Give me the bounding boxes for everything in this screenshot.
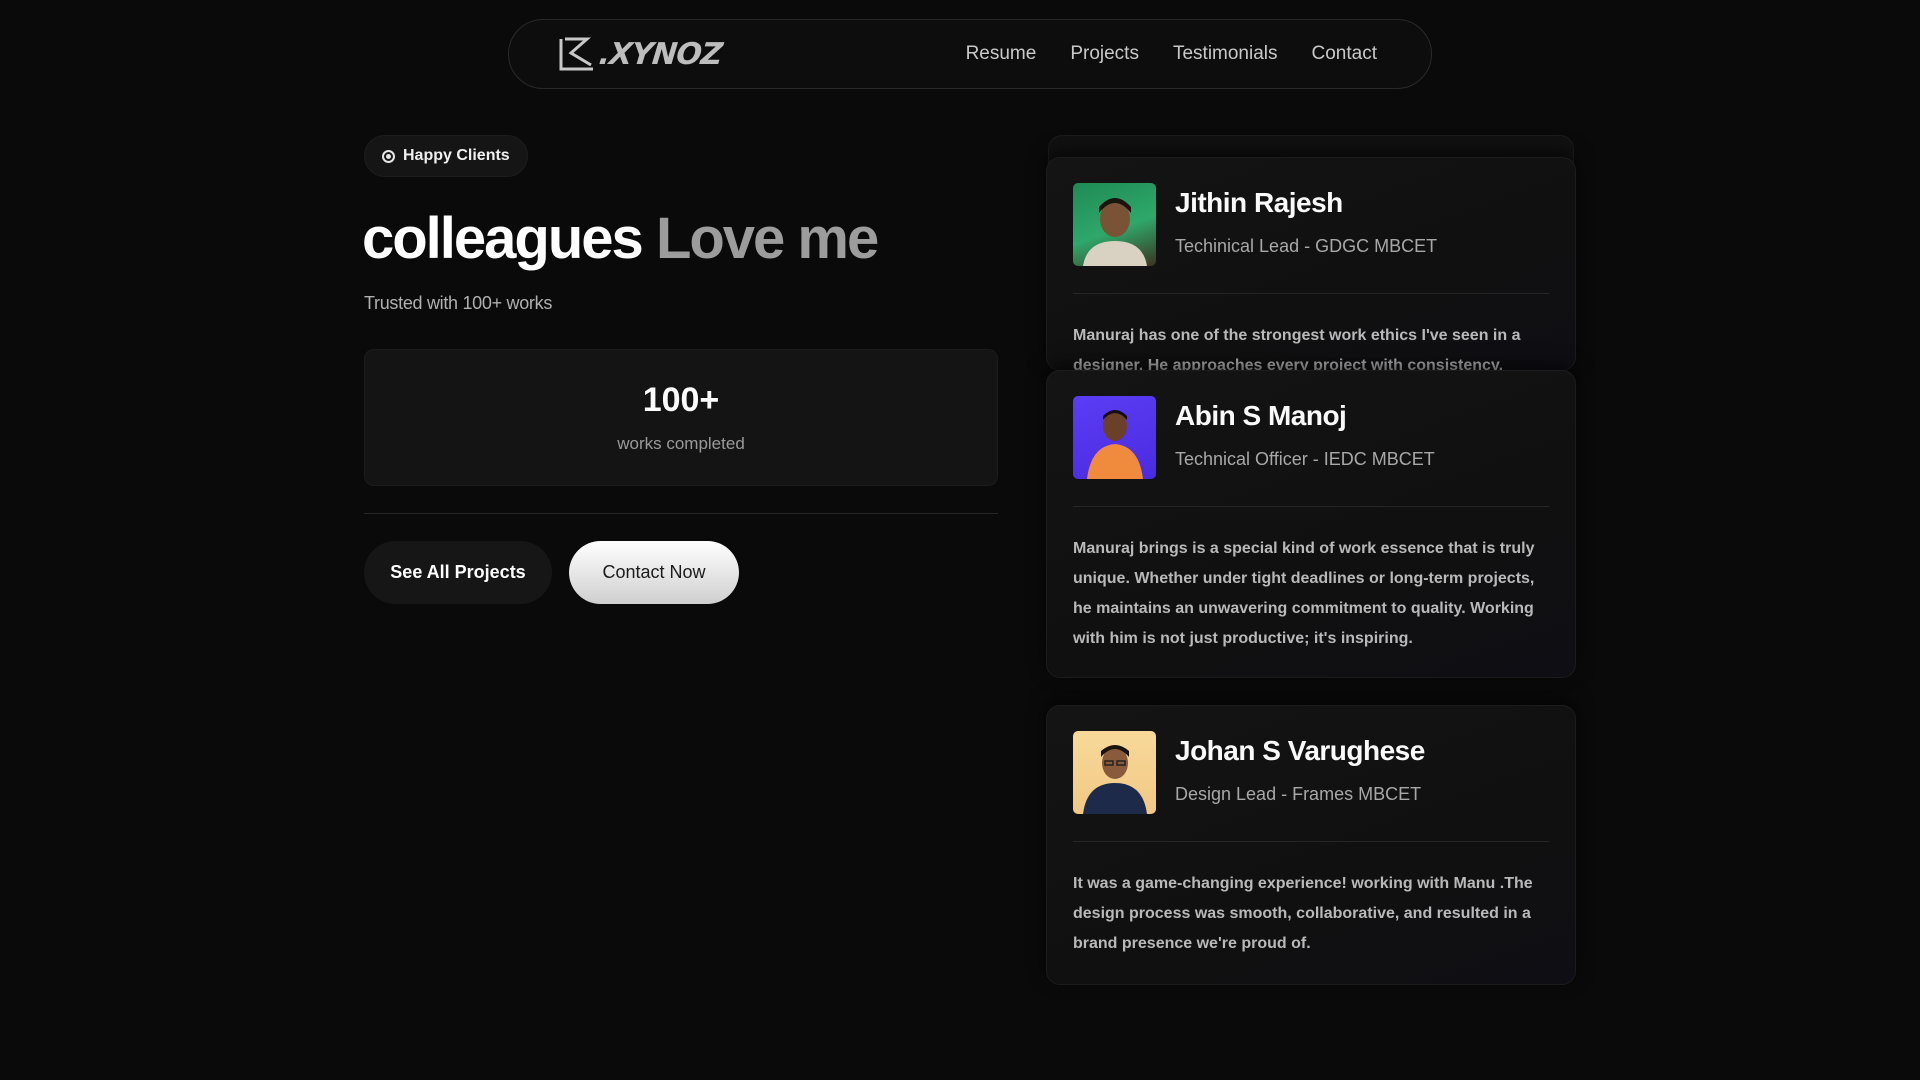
nav-links: Resume Projects Testimonials Contact — [966, 43, 1377, 65]
person-icon — [1083, 745, 1147, 814]
avatar — [1073, 731, 1156, 814]
top-navbar: .XYNOZ Resume Projects Testimonials Cont… — [508, 19, 1432, 89]
contact-now-button[interactable]: Contact Now — [569, 541, 739, 604]
nav-link-testimonials[interactable]: Testimonials — [1173, 43, 1278, 65]
avatar — [1073, 183, 1156, 266]
person-name: Jithin Rajesh — [1175, 187, 1343, 218]
card-divider — [1073, 506, 1549, 507]
nav-link-projects[interactable]: Projects — [1070, 43, 1139, 65]
radio-dot-icon — [382, 149, 395, 163]
person-role: Techinical Lead - GDGC MBCET — [1175, 236, 1438, 256]
logo-mark-icon — [559, 37, 593, 71]
testimonial-header: Jithin Rajesh Techinical Lead - GDGC MBC… — [1073, 183, 1549, 266]
section-headline: colleagues Love me — [362, 204, 879, 274]
testimonial-quote: Manuraj brings is a special kind of work… — [1073, 540, 1535, 647]
stat-value: 100+ — [642, 381, 720, 419]
testimonial-card: Abin S Manoj Technical Officer - IEDC MB… — [1046, 370, 1576, 678]
logo-text: .XYNOZ — [597, 36, 724, 72]
person-name: Abin S Manoj — [1175, 400, 1347, 431]
person-role: Technical Officer - IEDC MBCET — [1175, 449, 1435, 469]
badge-label: Happy Clients — [403, 147, 510, 164]
person-info: Jithin Rajesh Techinical Lead - GDGC MBC… — [1175, 183, 1437, 257]
headline-soft: Love me — [655, 206, 879, 271]
works-stat-box: 100+ works completed — [364, 349, 998, 486]
headline-strong: colleagues — [362, 206, 644, 271]
section-subtext: Trusted with 100+ works — [364, 293, 553, 313]
divider — [364, 513, 998, 514]
page: .XYNOZ Resume Projects Testimonials Cont… — [0, 0, 1920, 1080]
happy-clients-badge: Happy Clients — [364, 135, 528, 177]
site-logo[interactable]: .XYNOZ — [557, 34, 724, 74]
testimonial-card: Johan S Varughese Design Lead - Frames M… — [1046, 705, 1576, 985]
card-divider — [1073, 841, 1549, 842]
nav-link-contact[interactable]: Contact — [1312, 43, 1377, 65]
see-all-projects-button[interactable]: See All Projects — [364, 541, 552, 604]
testimonial-quote: Manuraj has one of the strongest work et… — [1073, 327, 1521, 371]
testimonial-quote: It was a game-changing experience! worki… — [1073, 875, 1533, 952]
person-role: Design Lead - Frames MBCET — [1175, 784, 1422, 804]
testimonial-header: Johan S Varughese Design Lead - Frames M… — [1073, 731, 1549, 814]
card-divider — [1073, 293, 1549, 294]
testimonial-card: Jithin Rajesh Techinical Lead - GDGC MBC… — [1046, 157, 1576, 371]
person-icon — [1087, 410, 1143, 479]
person-info: Johan S Varughese Design Lead - Frames M… — [1175, 731, 1425, 805]
stat-label: works completed — [617, 434, 745, 453]
person-name: Johan S Varughese — [1175, 735, 1425, 766]
nav-link-resume[interactable]: Resume — [966, 43, 1037, 65]
avatar — [1073, 396, 1156, 479]
person-icon — [1083, 198, 1147, 266]
testimonial-header: Abin S Manoj Technical Officer - IEDC MB… — [1073, 396, 1549, 479]
person-info: Abin S Manoj Technical Officer - IEDC MB… — [1175, 396, 1435, 470]
